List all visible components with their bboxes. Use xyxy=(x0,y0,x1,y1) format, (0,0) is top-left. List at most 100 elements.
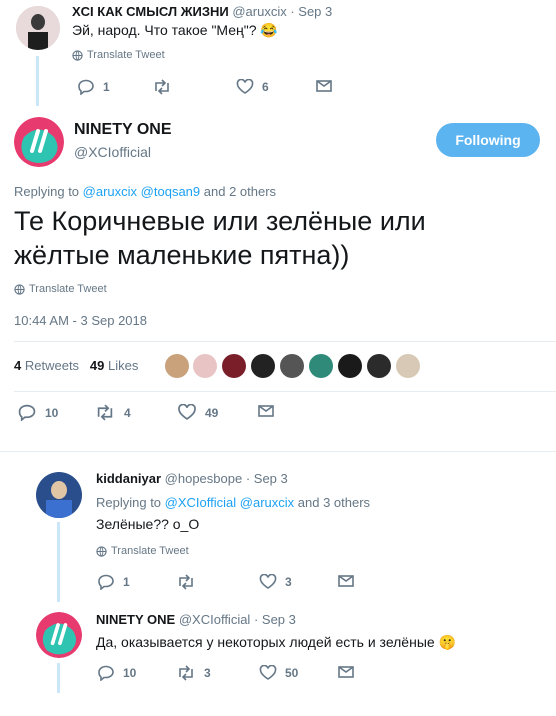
retweet-count: 4 xyxy=(124,405,131,420)
avatar-image xyxy=(36,472,82,518)
tweet-text: Зелёные?? о_О xyxy=(96,516,200,532)
dm-button[interactable] xyxy=(258,404,282,418)
like-count: 6 xyxy=(262,80,269,94)
reply-button[interactable]: 10 xyxy=(17,404,58,421)
liker-avatar[interactable] xyxy=(165,354,189,378)
tweet-text-line: Те Коричневые или зелёные или xyxy=(14,206,426,236)
author-handle[interactable]: @aruxcix xyxy=(232,4,286,19)
tweet-date[interactable]: · Sep 3 xyxy=(254,612,296,627)
liker-avatar[interactable] xyxy=(367,354,391,378)
liker-avatar[interactable] xyxy=(251,354,275,378)
liker-avatar[interactable] xyxy=(338,354,362,378)
translate-label: Translate Tweet xyxy=(29,283,107,295)
reply-button[interactable]: 10 xyxy=(97,665,136,681)
liker-avatar[interactable] xyxy=(396,354,420,378)
reply-count: 10 xyxy=(123,666,137,680)
retweets-stat-count: 4 xyxy=(14,358,22,373)
reply-mention[interactable]: @aruxcix xyxy=(240,495,294,510)
author-handle[interactable]: @XCIofficial xyxy=(74,144,151,160)
like-count: 3 xyxy=(285,575,292,589)
translate-tweet[interactable]: Translate Tweet xyxy=(96,545,189,557)
retweet-count: 3 xyxy=(204,666,211,680)
divider xyxy=(14,391,556,392)
ninety-one-logo-icon xyxy=(14,117,64,167)
tweet-header: XCI КАК СМЫСЛ ЖИЗНИ @aruxcix · Sep 3 xyxy=(72,4,332,19)
heart-icon xyxy=(178,404,196,420)
retweets-stat[interactable]: 4 Retweets xyxy=(14,358,83,373)
tweet-date[interactable]: · Sep 3 xyxy=(246,471,288,486)
reply-mention[interactable]: @XCIofficial xyxy=(165,495,236,510)
tweet-stats: 4 Retweets 49 Likes xyxy=(14,358,138,373)
tweet-text: Эй, народ. Что такое "Мең"? 😂 xyxy=(72,22,278,38)
reply-icon xyxy=(18,404,36,421)
author-name[interactable]: kiddaniyar xyxy=(96,471,161,486)
liker-avatar[interactable] xyxy=(222,354,246,378)
globe-icon xyxy=(96,545,107,557)
heart-icon xyxy=(236,79,254,94)
likes-stat-count: 49 xyxy=(89,358,105,373)
translate-tweet[interactable]: Translate Tweet xyxy=(72,49,165,61)
retweet-icon xyxy=(179,574,193,590)
globe-icon xyxy=(14,283,25,295)
like-button[interactable]: 6 xyxy=(236,79,269,95)
avatar[interactable] xyxy=(36,612,82,658)
reply-icon xyxy=(78,79,94,95)
retweet-button[interactable]: 4 xyxy=(94,404,131,421)
dm-button[interactable] xyxy=(338,665,362,679)
tweet-text: Да, оказывается у некоторых людей есть и… xyxy=(96,634,456,650)
replying-prefix: Replying to xyxy=(96,495,162,510)
thread-line xyxy=(36,56,39,106)
author-name[interactable]: NINETY ONE xyxy=(96,612,175,627)
avatar[interactable] xyxy=(14,117,64,167)
reply-mention[interactable]: @aruxcix xyxy=(83,184,137,199)
tweet-text-line: жёлтые маленькие пятна)) xyxy=(14,240,350,270)
divider xyxy=(14,341,556,342)
reply-count: 1 xyxy=(123,575,130,589)
liker-avatar[interactable] xyxy=(193,354,217,378)
tweet-date[interactable]: · Sep 3 xyxy=(290,4,332,19)
retweet-button[interactable] xyxy=(152,79,180,95)
globe-icon xyxy=(72,49,83,61)
reply-icon xyxy=(98,574,114,590)
translate-label: Translate Tweet xyxy=(87,49,165,61)
reply-button[interactable]: 1 xyxy=(97,574,130,590)
envelope-icon xyxy=(338,666,354,678)
retweets-stat-label: Retweets xyxy=(24,358,80,373)
replying-suffix[interactable]: and 3 others xyxy=(298,495,370,510)
liker-avatar[interactable] xyxy=(280,354,304,378)
likes-stat[interactable]: 49 Likes xyxy=(90,358,138,373)
envelope-icon xyxy=(338,575,354,587)
author-name[interactable]: NINETY ONE xyxy=(74,121,172,139)
avatar[interactable] xyxy=(36,472,82,518)
tweet-header: NINETY ONE @XCIofficial · Sep 3 xyxy=(96,612,296,627)
dm-button[interactable] xyxy=(316,79,340,93)
replying-to: Replying to @aruxcix @toqsan9 and 2 othe… xyxy=(14,184,276,199)
retweet-icon xyxy=(179,665,193,681)
following-button[interactable]: Following xyxy=(436,123,540,157)
like-count: 49 xyxy=(205,405,219,420)
liker-avatar[interactable] xyxy=(309,354,333,378)
retweet-button[interactable]: 3 xyxy=(176,665,211,681)
replying-suffix[interactable]: and 2 others xyxy=(204,184,276,199)
avatar[interactable] xyxy=(16,6,60,50)
translate-tweet[interactable]: Translate Tweet xyxy=(14,283,107,295)
reply-icon xyxy=(98,665,114,681)
tweet-timestamp[interactable]: 10:44 AM - 3 Sep 2018 xyxy=(14,313,147,328)
replying-prefix: Replying to xyxy=(14,184,80,199)
retweet-button[interactable] xyxy=(176,574,204,590)
like-button[interactable]: 49 xyxy=(177,404,218,421)
author-name[interactable]: XCI КАК СМЫСЛ ЖИЗНИ xyxy=(72,4,229,19)
author-handle[interactable]: @hopesbope xyxy=(165,471,243,486)
like-button[interactable]: 50 xyxy=(259,665,298,681)
author-handle[interactable]: @XCIofficial xyxy=(179,612,250,627)
reply-button[interactable]: 1 xyxy=(77,79,110,95)
like-button[interactable]: 3 xyxy=(259,574,292,590)
heart-icon xyxy=(259,665,277,680)
tweet-header: kiddaniyar @hopesbope · Sep 3 xyxy=(96,471,288,486)
reply-count: 10 xyxy=(45,405,59,420)
reply-mention[interactable]: @toqsan9 xyxy=(141,184,200,199)
dm-button[interactable] xyxy=(338,574,362,588)
like-count: 50 xyxy=(285,666,299,680)
replying-to: Replying to @XCIofficial @aruxcix and 3 … xyxy=(96,495,370,510)
heart-icon xyxy=(259,574,277,589)
